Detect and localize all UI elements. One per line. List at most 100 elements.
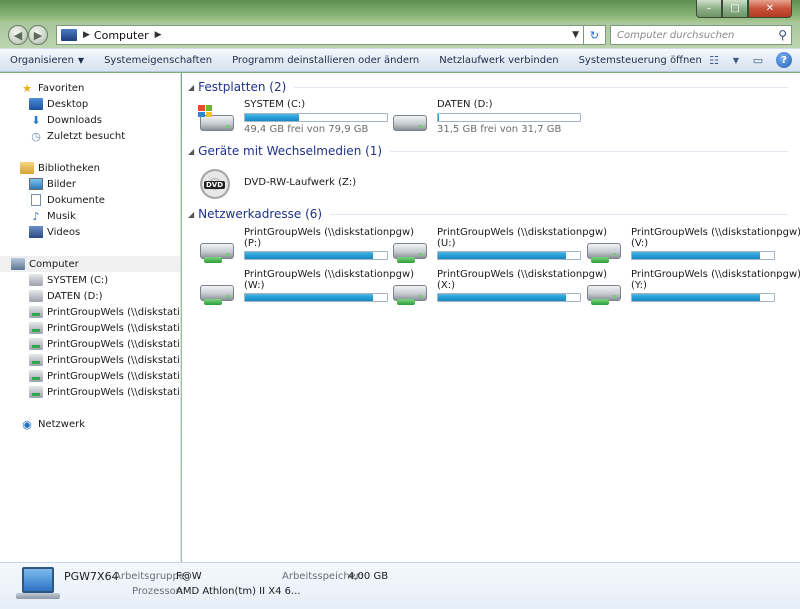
system-properties-button[interactable]: Systemeigenschaften	[94, 55, 222, 66]
sidebar-item-network-drive[interactable]: PrintGroupWels (\\diskstationpgw	[0, 320, 180, 336]
sidebar-item-desktop[interactable]: Desktop	[0, 96, 180, 112]
organize-button[interactable]: Organisieren ▼	[0, 55, 94, 66]
dvd-icon-label: DVD	[204, 181, 226, 189]
address-bar[interactable]: ▶ Computer ▶ ▼	[56, 25, 584, 45]
drive-letter: (W:)	[244, 280, 265, 291]
minimize-button[interactable]: –	[696, 0, 722, 18]
sidebar-item-music[interactable]: ♪ Musik	[0, 208, 180, 224]
sidebar-item-drive-d[interactable]: DATEN (D:)	[0, 288, 180, 304]
sidebar-item-label: PrintGroupWels (\\diskstationpgw	[47, 338, 180, 350]
view-options-caret-icon[interactable]: ▼	[732, 52, 740, 68]
uninstall-program-button[interactable]: Programm deinstallieren oder ändern	[222, 55, 429, 66]
drive-usage-fill	[245, 114, 299, 121]
network-drive-tile-v[interactable]: PrintGroupWels (\\diskstationpgw) (V:)	[583, 227, 800, 267]
sidebar-item-label: Zuletzt besucht	[47, 130, 126, 142]
sidebar-item-videos[interactable]: Videos	[0, 224, 180, 240]
open-control-panel-button[interactable]: Systemsteuerung öffnen	[569, 55, 712, 66]
sidebar-item-computer[interactable]: Computer	[0, 256, 180, 272]
collapse-arrow-icon[interactable]: ◢	[188, 147, 194, 156]
address-dropdown-icon[interactable]: ▼	[572, 30, 579, 40]
hard-drive-icon	[29, 274, 43, 286]
title-bar[interactable]: – □ ✕	[0, 0, 800, 22]
sidebar-item-pictures[interactable]: Bilder	[0, 176, 180, 192]
command-bar: Organisieren ▼ Systemeigenschaften Progra…	[0, 48, 800, 72]
sidebar-item-label: Bibliotheken	[38, 162, 100, 174]
sidebar-item-label: Downloads	[47, 114, 102, 126]
sidebar-item-network[interactable]: ◉ Netzwerk	[0, 416, 180, 432]
desktop-icon	[29, 98, 43, 110]
drive-free-space: 49,4 GB frei von 79,9 GB	[244, 124, 369, 135]
search-input[interactable]: Computer durchsuchen ⚲	[610, 25, 792, 45]
details-pane: PGW7X64 Arbeitsgruppe: F@W Arbeitsspeich…	[0, 562, 800, 609]
network-drive-tile-x[interactable]: PrintGroupWels (\\diskstationpgw) (X:)	[389, 269, 607, 309]
sidebar-item-libraries[interactable]: Bibliotheken	[0, 160, 180, 176]
sidebar-item-documents[interactable]: Dokumente	[0, 192, 180, 208]
preview-pane-icon[interactable]: ▭	[750, 52, 766, 68]
group-header-removable[interactable]: ◢ Geräte mit Wechselmedien (1)	[188, 143, 788, 159]
sidebar-item-label: PrintGroupWels (\\diskstationpgw	[47, 370, 180, 382]
sidebar-item-network-drive[interactable]: PrintGroupWels (\\diskstationpgw	[0, 384, 180, 400]
sidebar-item-label: SYSTEM (C:)	[47, 274, 109, 286]
organize-caret-icon: ▼	[77, 55, 85, 65]
workgroup-value: F@W	[176, 571, 202, 582]
network-drive-tile-y[interactable]: PrintGroupWels (\\diskstationpgw) (Y:)	[583, 269, 800, 309]
dvd-drive-icon: DVD	[196, 167, 236, 199]
drive-name: DVD-RW-Laufwerk (Z:)	[244, 177, 357, 188]
sidebar-item-label: PrintGroupWels (\\diskstationpgw	[47, 354, 180, 366]
drive-usage-fill	[438, 252, 566, 259]
caption-buttons: – □ ✕	[696, 0, 792, 18]
drive-tile-d[interactable]: DATEN (D:) 31,5 GB frei von 31,7 GB	[389, 99, 581, 139]
drive-tile-dvd[interactable]: DVD DVD-RW-Laufwerk (Z:)	[196, 163, 388, 203]
group-title: Festplatten (2)	[198, 80, 287, 94]
network-drive-icon	[389, 273, 429, 305]
breadcrumb-chevron-icon[interactable]: ▶	[155, 30, 162, 40]
drive-name: DATEN (D:)	[437, 99, 493, 110]
back-button[interactable]: ◀	[8, 25, 28, 45]
sidebar-item-label: PrintGroupWels (\\diskstationpgw	[47, 306, 180, 318]
group-header-hard-drives[interactable]: ◢ Festplatten (2)	[188, 79, 788, 95]
search-icon[interactable]: ⚲	[778, 28, 787, 42]
network-drive-tile-u[interactable]: PrintGroupWels (\\diskstationpgw) (U:)	[389, 227, 607, 267]
computer-icon	[61, 29, 77, 41]
network-drive-tile-p[interactable]: PrintGroupWels (\\diskstationpgw) (P:)	[196, 227, 414, 267]
group-header-network[interactable]: ◢ Netzwerkadresse (6)	[188, 206, 788, 222]
refresh-button[interactable]: ↻	[584, 25, 606, 45]
drive-usage-fill	[245, 294, 373, 301]
group-title: Netzwerkadresse (6)	[198, 207, 323, 221]
drive-usage-bar	[244, 113, 388, 122]
breadcrumb-computer[interactable]: Computer	[94, 29, 149, 42]
help-icon[interactable]: ?	[776, 52, 792, 68]
maximize-button[interactable]: □	[722, 0, 748, 18]
sidebar-item-network-drive[interactable]: PrintGroupWels (\\diskstationpgw	[0, 336, 180, 352]
sidebar-item-favorites[interactable]: ★ Favoriten	[0, 80, 180, 96]
memory-value: 4,00 GB	[348, 571, 389, 582]
network-drive-icon	[389, 231, 429, 263]
drive-letter: (P:)	[244, 238, 262, 249]
sidebar-item-recent[interactable]: ◷ Zuletzt besucht	[0, 128, 180, 144]
close-button[interactable]: ✕	[748, 0, 792, 18]
drive-letter: (Y:)	[631, 280, 647, 291]
sidebar-item-downloads[interactable]: ⬇ Downloads	[0, 112, 180, 128]
drive-usage-bar	[437, 251, 581, 260]
change-view-icon[interactable]: ☷	[706, 52, 722, 68]
network-drive-tile-w[interactable]: PrintGroupWels (\\diskstationpgw) (W:)	[196, 269, 414, 309]
sidebar-item-label: Netzwerk	[38, 418, 86, 430]
collapse-arrow-icon[interactable]: ◢	[188, 210, 194, 219]
drive-usage-bar	[631, 251, 775, 260]
network-drive-icon	[583, 231, 623, 263]
sidebar-item-network-drive[interactable]: PrintGroupWels (\\diskstationpgw	[0, 368, 180, 384]
sidebar-item-network-drive[interactable]: PrintGroupWels (\\diskstationpgw	[0, 352, 180, 368]
map-network-drive-button[interactable]: Netzlaufwerk verbinden	[429, 55, 568, 66]
drive-letter: (U:)	[437, 238, 456, 249]
sidebar-item-drive-c[interactable]: SYSTEM (C:)	[0, 272, 180, 288]
drive-tile-c[interactable]: SYSTEM (C:) 49,4 GB frei von 79,9 GB	[196, 99, 388, 139]
forward-button[interactable]: ▶	[28, 25, 48, 45]
group-divider	[390, 150, 788, 152]
computer-icon	[11, 258, 25, 270]
sidebar-item-label: Musik	[47, 210, 76, 222]
network-drive-icon	[196, 273, 236, 305]
network-drive-icon	[29, 354, 43, 366]
sidebar-item-network-drive[interactable]: PrintGroupWels (\\diskstationpgw	[0, 304, 180, 320]
breadcrumb-separator-icon[interactable]: ▶	[83, 30, 90, 40]
collapse-arrow-icon[interactable]: ◢	[188, 83, 194, 92]
